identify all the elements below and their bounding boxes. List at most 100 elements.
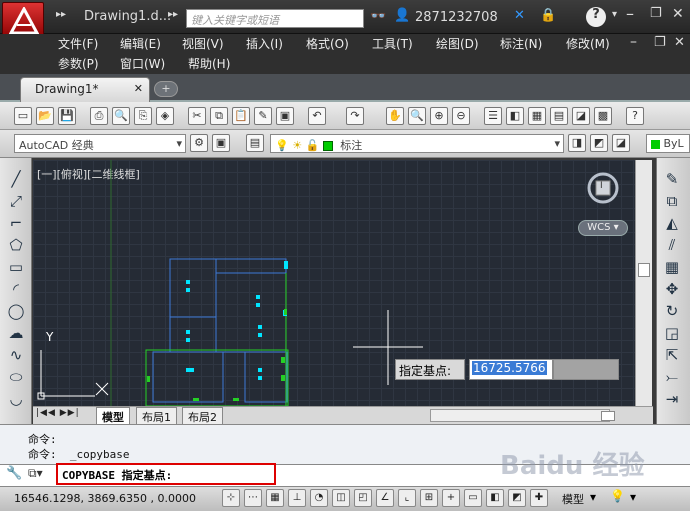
help-icon[interactable]: ? [586, 7, 606, 27]
dyn-icon[interactable]: ⊞ [420, 489, 438, 507]
extend-icon[interactable]: ⇥ [662, 388, 682, 410]
layout-nav-icons[interactable]: |◀◀ ▶▶| [36, 408, 80, 418]
copy-icon[interactable]: ⧉ [210, 107, 228, 125]
copy-object-icon[interactable]: ⧉ [662, 190, 682, 212]
layer-select[interactable]: 💡 ☀ 🔓 标注 ▾ [270, 134, 564, 153]
undo-icon[interactable]: ↶ [308, 107, 326, 125]
redo-icon[interactable]: ↷ [346, 107, 364, 125]
close-icon[interactable]: ✕ [672, 6, 684, 22]
menu-format[interactable]: 格式(O) [306, 35, 349, 52]
horizontal-scrollbar[interactable] [430, 409, 615, 422]
help-tool-icon[interactable]: ? [626, 107, 644, 125]
revcloud-icon[interactable]: ☁ [6, 322, 26, 344]
otrack-icon[interactable]: ∠ [376, 489, 394, 507]
properties-icon[interactable]: ☰ [484, 107, 502, 125]
menu-edit[interactable]: 编辑(E) [120, 35, 161, 52]
layer-manager-icon[interactable]: ▤ [246, 134, 264, 152]
snap-icon[interactable]: ⋯ [244, 489, 262, 507]
grid-icon[interactable]: ▦ [266, 489, 284, 507]
minimize-icon[interactable]: – [626, 4, 634, 23]
menu-insert[interactable]: 插入(I) [246, 35, 283, 52]
sheet-set-icon[interactable]: ▤ [550, 107, 568, 125]
binoculars-icon[interactable]: 👓 [370, 9, 386, 24]
zoom-realtime-icon[interactable]: 🔍 [408, 107, 426, 125]
command-input[interactable]: COPYBASE 指定基点: [56, 463, 276, 485]
gear-icon[interactable]: ⚙ [190, 134, 208, 152]
viewcube-face[interactable]: I [600, 181, 603, 191]
restore-icon[interactable]: ❐ [650, 6, 662, 21]
layer-previous-icon[interactable]: ◩ [590, 134, 608, 152]
rotate-icon[interactable]: ↻ [662, 300, 682, 322]
markup-icon[interactable]: ◪ [572, 107, 590, 125]
menu-parametric[interactable]: 参数(P) [58, 55, 99, 72]
ellipse-arc-icon[interactable]: ◡ [6, 388, 26, 410]
polar-icon[interactable]: ◔ [310, 489, 328, 507]
block-editor-icon[interactable]: ▣ [276, 107, 294, 125]
workspace-settings-icon[interactable]: ▣ [212, 134, 230, 152]
lineweight-icon[interactable]: + [442, 489, 460, 507]
stretch-icon[interactable]: ⇱ [662, 344, 682, 366]
polygon-icon[interactable]: ⬠ [6, 234, 26, 256]
wrench-icon[interactable]: 🔧 [6, 466, 22, 481]
menu-help[interactable]: 帮助(H) [188, 55, 230, 72]
polyline-icon[interactable]: ⌐ [6, 212, 26, 234]
mirror-icon[interactable]: ◭ [662, 212, 682, 234]
design-center-icon[interactable]: ◧ [506, 107, 524, 125]
dynamic-input-field[interactable]: 16725.5766 [469, 359, 553, 380]
menu-view[interactable]: 视图(V) [182, 35, 224, 52]
dynamic-input-field-2[interactable] [553, 359, 619, 380]
vertical-scrollbar[interactable] [635, 160, 652, 406]
hscroll-thumb[interactable] [601, 411, 615, 421]
user-id[interactable]: 2871232708 [415, 10, 498, 25]
help-dropdown-icon[interactable]: ▾ [612, 9, 617, 20]
search-input[interactable]: 键入关键字或短语 [186, 9, 364, 28]
doc-close-icon[interactable]: ✕ [674, 35, 685, 50]
doc-restore-icon[interactable]: ❐ [654, 35, 666, 50]
tab-close-icon[interactable]: ✕ [134, 82, 143, 95]
layer-state-icon[interactable]: ◪ [612, 134, 630, 152]
menu-window[interactable]: 窗口(W) [120, 55, 165, 72]
annotation-monitor-icon[interactable]: ✚ [530, 489, 548, 507]
make-current-layer-icon[interactable]: ◨ [568, 134, 586, 152]
circle-icon[interactable]: ◯ [6, 300, 26, 322]
calculator-icon[interactable]: ▩ [594, 107, 612, 125]
selection-cycling-icon[interactable]: ◩ [508, 489, 526, 507]
scale-icon[interactable]: ◲ [662, 322, 682, 344]
title-expand-icon[interactable]: ▸▸ [168, 9, 178, 20]
3d-osnap-icon[interactable]: ◰ [354, 489, 372, 507]
rectangle-icon[interactable]: ▭ [6, 256, 26, 278]
cut-icon[interactable]: ✂ [188, 107, 206, 125]
spline-icon[interactable]: ∿ [6, 344, 26, 366]
annotation-scale-icon[interactable]: ▾ [590, 490, 596, 504]
wcs-menu-button[interactable]: WCS ▾ [578, 220, 628, 236]
array-icon[interactable]: ▦ [662, 256, 682, 278]
menu-icon[interactable]: ▾ [630, 490, 636, 504]
workspace-select[interactable]: AutoCAD 经典 ▾ [14, 134, 186, 153]
new-tab-button[interactable]: + [154, 81, 178, 97]
menu-dimension[interactable]: 标注(N) [500, 35, 542, 52]
3d-print-icon[interactable]: ◈ [156, 107, 174, 125]
offset-icon[interactable]: ⫽ [662, 234, 682, 256]
qat-expand-icon[interactable]: ▸▸ [56, 9, 66, 20]
lightbulb-icon[interactable]: 💡 [610, 489, 625, 503]
doc-minimize-icon[interactable]: – [630, 34, 637, 50]
coordinate-readout[interactable]: 16546.1298, 3869.6350 , 0.0000 [14, 492, 196, 505]
user-icon[interactable]: 👤 [394, 8, 410, 23]
match-props-icon[interactable]: ✎ [254, 107, 272, 125]
arc-icon[interactable]: ◜ [6, 278, 26, 300]
tab-drawing1[interactable]: Drawing1* ✕ [20, 77, 150, 102]
zoom-window-icon[interactable]: ⊕ [430, 107, 448, 125]
preview-icon[interactable]: 🔍 [112, 107, 130, 125]
pan-icon[interactable]: ✋ [386, 107, 404, 125]
print-icon[interactable]: ⎙ [90, 107, 108, 125]
new-icon[interactable]: ▭ [14, 107, 32, 125]
menu-file[interactable]: 文件(F) [58, 35, 98, 52]
trim-icon[interactable]: ⤚ [662, 366, 682, 388]
transparency-icon[interactable]: ▭ [464, 489, 482, 507]
menu-draw[interactable]: 绘图(D) [436, 35, 479, 52]
publish-icon[interactable]: ⎘ [134, 107, 152, 125]
tool-palettes-icon[interactable]: ▦ [528, 107, 546, 125]
model-space-toggle[interactable]: 模型 [562, 491, 584, 507]
construction-line-icon[interactable]: ⤢ [6, 190, 26, 212]
ducs-icon[interactable]: ⌞ [398, 489, 416, 507]
